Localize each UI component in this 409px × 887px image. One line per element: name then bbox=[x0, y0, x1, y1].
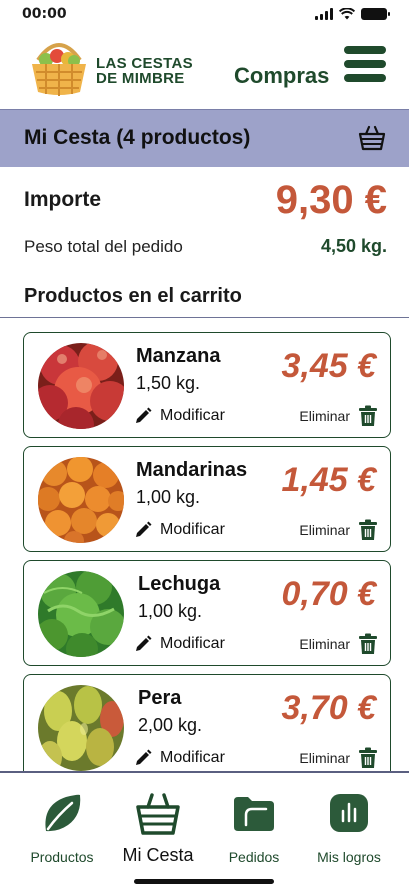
product-card: Mandarinas 1,00 kg. 1,45 € Modificar Eli… bbox=[23, 446, 391, 552]
logo-text: LAS CESTAS DE MIMBRE bbox=[96, 56, 193, 86]
nav-label: Productos bbox=[30, 849, 94, 865]
modify-label: Modificar bbox=[160, 749, 225, 766]
remove-button[interactable]: Eliminar bbox=[299, 633, 378, 655]
trash-icon bbox=[359, 747, 377, 768]
product-name: Pera bbox=[138, 687, 182, 709]
product-price: 3,70 € bbox=[281, 689, 376, 727]
remove-button[interactable]: Eliminar bbox=[299, 519, 378, 541]
remove-label: Eliminar bbox=[299, 636, 350, 652]
wifi-icon bbox=[339, 8, 355, 20]
pencil-icon bbox=[136, 635, 152, 651]
section-bar: Mi Cesta (4 productos) bbox=[0, 109, 409, 167]
product-image-pears bbox=[38, 685, 124, 771]
modify-button[interactable]: Modificar bbox=[134, 635, 225, 653]
status-time: 00:00 bbox=[22, 6, 67, 22]
product-name: Mandarinas bbox=[136, 459, 248, 481]
trash-icon bbox=[359, 405, 377, 426]
modify-button[interactable]: Modificar bbox=[134, 407, 225, 425]
basket-icon bbox=[358, 125, 386, 151]
app-header: LAS CESTAS DE MIMBRE Compras bbox=[0, 30, 409, 108]
product-name: Manzana bbox=[136, 345, 221, 367]
peso-label: Peso total del pedido bbox=[24, 237, 183, 256]
remove-button[interactable]: Eliminar bbox=[299, 405, 378, 427]
bottom-nav: Productos Mi Cesta Pedidos Mis logros bbox=[0, 773, 409, 887]
product-list[interactable]: Manzana 1,50 kg. 3,45 € Modificar Elimin… bbox=[0, 318, 409, 772]
nav-label: Mis logros bbox=[317, 849, 381, 865]
nav-item-mis-logros[interactable]: Mis logros bbox=[304, 787, 394, 865]
modify-button[interactable]: Modificar bbox=[134, 521, 225, 539]
nav-label: Mi Cesta bbox=[122, 845, 194, 865]
pencil-icon bbox=[136, 521, 152, 537]
logo-basket-icon bbox=[32, 43, 86, 96]
folder-icon bbox=[234, 797, 274, 831]
product-image-lettuce bbox=[38, 571, 124, 657]
nav-label: Pedidos bbox=[228, 849, 280, 865]
modify-label: Modificar bbox=[160, 407, 225, 424]
battery-icon bbox=[361, 8, 390, 20]
pencil-icon bbox=[136, 749, 152, 765]
basket-icon bbox=[136, 793, 180, 835]
product-card: Lechuga 1,00 kg. 0,70 € Modificar Elimin… bbox=[23, 560, 391, 666]
product-card: Manzana 1,50 kg. 3,45 € Modificar Elimin… bbox=[23, 332, 391, 438]
trash-icon bbox=[359, 519, 377, 540]
product-weight: 1,00 kg. bbox=[138, 601, 203, 621]
product-weight: 1,50 kg. bbox=[136, 373, 201, 393]
modify-button[interactable]: Modificar bbox=[134, 749, 225, 767]
cart-heading: Productos en el carrito bbox=[24, 285, 242, 307]
hamburger-menu-icon[interactable] bbox=[344, 46, 386, 86]
product-price: 0,70 € bbox=[281, 575, 376, 613]
status-icons bbox=[315, 8, 390, 20]
importe-label: Importe bbox=[24, 188, 102, 211]
signal-icon bbox=[315, 8, 333, 20]
product-weight: 1,00 kg. bbox=[136, 487, 201, 507]
section-title: Mi Cesta (4 productos) bbox=[24, 126, 251, 149]
remove-label: Eliminar bbox=[299, 408, 350, 424]
pencil-icon bbox=[136, 407, 152, 423]
page-title: Compras bbox=[234, 63, 330, 88]
status-bar: 00:00 bbox=[0, 0, 409, 30]
remove-label: Eliminar bbox=[299, 750, 350, 766]
modify-label: Modificar bbox=[160, 521, 225, 538]
logo-line-1: LAS CESTAS bbox=[96, 55, 193, 72]
nav-item-productos[interactable]: Productos bbox=[17, 787, 107, 865]
product-image-apples bbox=[38, 343, 124, 429]
product-image-tangerines bbox=[38, 457, 124, 543]
peso-value: 4,50 kg. bbox=[320, 236, 387, 256]
nav-item-mi-cesta[interactable]: Mi Cesta bbox=[113, 787, 203, 866]
product-price: 1,45 € bbox=[281, 461, 376, 499]
product-weight: 2,00 kg. bbox=[138, 715, 203, 735]
trash-icon bbox=[359, 633, 377, 654]
remove-label: Eliminar bbox=[299, 522, 350, 538]
nav-item-pedidos[interactable]: Pedidos bbox=[209, 787, 299, 865]
modify-label: Modificar bbox=[160, 635, 225, 652]
leaf-icon bbox=[45, 794, 81, 832]
remove-button[interactable]: Eliminar bbox=[299, 747, 378, 769]
product-price: 3,45 € bbox=[281, 347, 376, 385]
chart-icon bbox=[330, 794, 368, 832]
product-name: Lechuga bbox=[138, 573, 221, 595]
product-card: Pera 2,00 kg. 3,70 € Modificar Eliminar bbox=[23, 674, 391, 772]
importe-value: 9,30 € bbox=[275, 178, 387, 222]
logo-line-2: DE MIMBRE bbox=[96, 70, 185, 87]
home-indicator bbox=[134, 879, 274, 884]
